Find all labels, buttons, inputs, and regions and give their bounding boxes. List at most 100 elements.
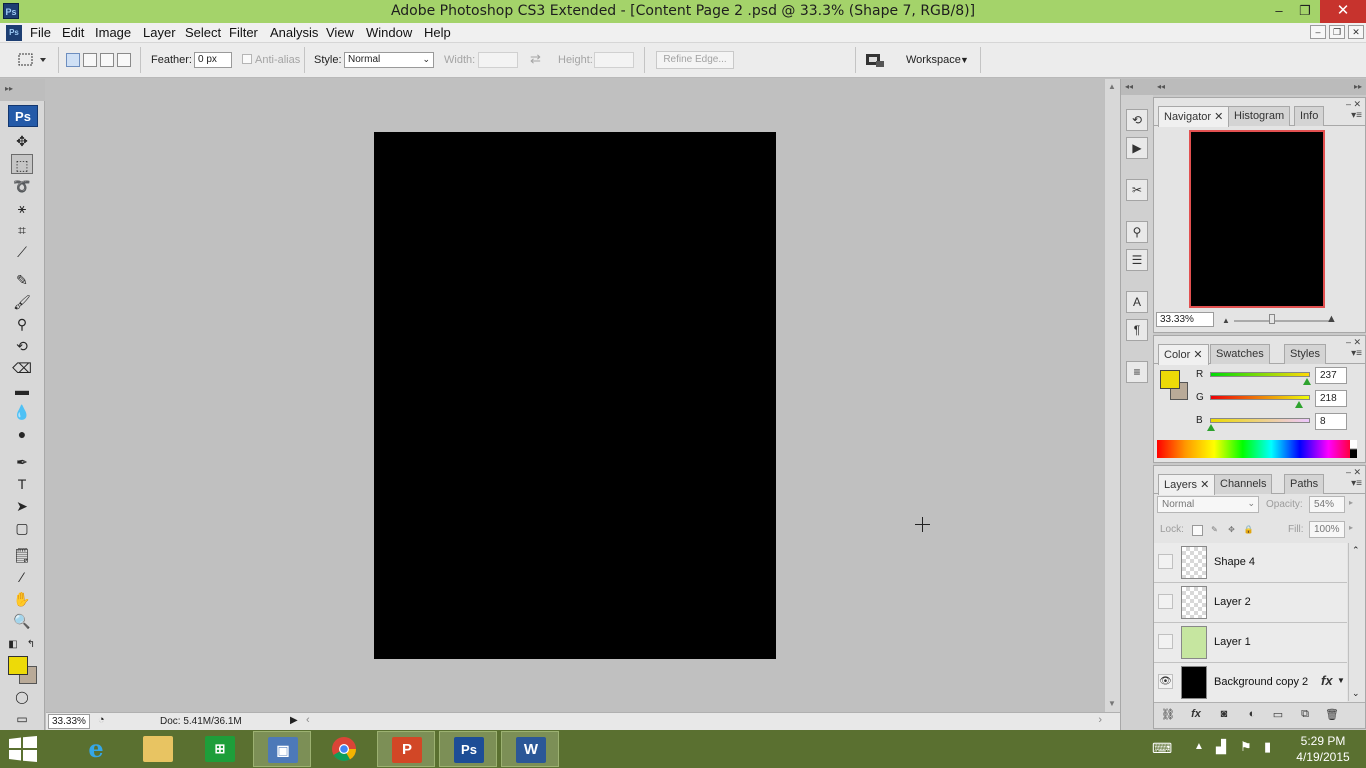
menu-filter[interactable]: Filter bbox=[229, 25, 258, 40]
tool-preset-icon[interactable] bbox=[18, 53, 48, 67]
doc-restore-button[interactable]: ❐ bbox=[1329, 25, 1345, 39]
toolbox-grip-icon[interactable]: ▸▸ bbox=[0, 79, 45, 101]
layer-row[interactable]: 👁 Background copy 2 fx ▼ bbox=[1154, 663, 1347, 703]
paragraph-panel-icon[interactable]: ¶ bbox=[1126, 319, 1148, 341]
layer-row[interactable]: Layer 2 bbox=[1154, 583, 1347, 623]
add-mask-icon[interactable]: ◙ bbox=[1216, 708, 1232, 722]
foreground-color-swatch[interactable] bbox=[8, 656, 28, 675]
menu-image[interactable]: Image bbox=[95, 25, 131, 40]
dodge-tool-icon[interactable]: ● bbox=[11, 424, 33, 444]
brush-tool-icon[interactable]: 🖌 bbox=[11, 292, 33, 312]
path-selection-icon[interactable]: ➤ bbox=[11, 496, 33, 516]
canvas-area[interactable] bbox=[46, 79, 1106, 712]
swap-colors-icon[interactable]: ↰ bbox=[24, 635, 38, 655]
doc-minimize-button[interactable]: – bbox=[1310, 25, 1326, 39]
scroll-up-icon[interactable]: ⌃ bbox=[1352, 545, 1360, 556]
lock-transparent-icon[interactable] bbox=[1192, 525, 1203, 536]
blue-slider-thumb[interactable] bbox=[1207, 424, 1215, 431]
menu-edit[interactable]: Edit bbox=[62, 25, 84, 40]
tool-presets-icon[interactable]: ✂ bbox=[1126, 179, 1148, 201]
style-select[interactable]: Normal ⌄ bbox=[344, 52, 434, 68]
red-slider-thumb[interactable] bbox=[1303, 378, 1311, 385]
document-canvas[interactable] bbox=[374, 132, 776, 659]
taskbar-chrome[interactable] bbox=[315, 731, 373, 767]
magic-wand-tool-icon[interactable]: ⚹ bbox=[11, 198, 33, 218]
layers-scrollbar[interactable]: ⌃ ⌄ bbox=[1348, 543, 1363, 701]
panels-grip-icon[interactable]: ◂◂ ▸▸ bbox=[1153, 79, 1366, 95]
opacity-arrow-icon[interactable]: ▸ bbox=[1349, 498, 1353, 507]
eraser-tool-icon[interactable]: ⌫ bbox=[11, 358, 33, 378]
menu-help[interactable]: Help bbox=[424, 25, 451, 40]
panel-menu-icon[interactable]: ▾≡ bbox=[1351, 478, 1362, 489]
visibility-toggle[interactable] bbox=[1158, 634, 1173, 649]
zoom-level-input[interactable]: 33.33% bbox=[48, 714, 90, 729]
scroll-left-icon[interactable]: ‹ bbox=[306, 714, 310, 726]
intersect-selection-icon[interactable] bbox=[117, 53, 131, 67]
windows-start-icon[interactable] bbox=[8, 736, 38, 762]
tab-navigator[interactable]: Navigator ✕ bbox=[1158, 106, 1230, 127]
status-menu-arrow-icon[interactable]: ▶ bbox=[290, 715, 298, 726]
fill-arrow-icon[interactable]: ▸ bbox=[1349, 523, 1353, 532]
link-layers-icon[interactable]: ⛓ bbox=[1160, 708, 1176, 722]
lock-all-icon[interactable]: 🔒 bbox=[1243, 525, 1254, 536]
maximize-button[interactable]: ❐ bbox=[1290, 0, 1320, 23]
workspace-button[interactable]: Workspace bbox=[906, 54, 961, 66]
tab-close-icon[interactable]: ✕ bbox=[1214, 111, 1223, 123]
fill-input[interactable]: 100% bbox=[1309, 521, 1345, 538]
quick-mask-icon[interactable]: ◯ bbox=[11, 687, 33, 707]
system-clock[interactable]: 5:29 PM 4/19/2015 bbox=[1290, 733, 1356, 765]
panel-menu-icon[interactable]: ▾≡ bbox=[1351, 110, 1362, 121]
taskbar-powerpoint[interactable]: P bbox=[377, 731, 435, 767]
healing-brush-icon[interactable]: ✎ bbox=[11, 270, 33, 290]
blue-slider[interactable] bbox=[1210, 418, 1310, 423]
green-slider[interactable] bbox=[1210, 395, 1310, 400]
menu-select[interactable]: Select bbox=[185, 25, 221, 40]
zoom-in-icon[interactable]: ▲ bbox=[1326, 313, 1337, 325]
type-tool-icon[interactable]: T bbox=[11, 474, 33, 494]
layer-row[interactable]: Layer 1 bbox=[1154, 623, 1347, 663]
add-to-selection-icon[interactable] bbox=[83, 53, 97, 67]
add-style-icon[interactable]: fx bbox=[1188, 708, 1204, 722]
keyboard-icon[interactable]: ⌨ bbox=[1152, 740, 1172, 757]
tab-close-icon[interactable]: ✕ bbox=[1193, 349, 1202, 361]
layer-comps-icon[interactable]: ☰ bbox=[1126, 249, 1148, 271]
taskbar-remote-desktop[interactable]: ▣ bbox=[253, 731, 311, 767]
tab-histogram[interactable]: Histogram bbox=[1228, 106, 1291, 126]
tab-paths[interactable]: Paths bbox=[1284, 474, 1325, 494]
feather-input[interactable]: 0 px bbox=[194, 52, 232, 68]
gradient-tool-icon[interactable]: ▬ bbox=[11, 380, 33, 400]
tab-channels[interactable]: Channels bbox=[1214, 474, 1273, 494]
scroll-down-icon[interactable]: ▼ bbox=[1108, 699, 1116, 708]
taskbar-photoshop[interactable]: Ps bbox=[439, 731, 497, 767]
dock-grip-icon[interactable]: ◂◂ bbox=[1121, 79, 1155, 95]
scroll-down-icon[interactable]: ⌄ bbox=[1352, 688, 1360, 699]
navigator-zoom-slider[interactable] bbox=[1234, 320, 1330, 322]
visibility-toggle[interactable] bbox=[1158, 594, 1173, 609]
adjustment-layer-icon[interactable]: ◐ bbox=[1244, 708, 1260, 722]
layer-row[interactable]: Shape 4 bbox=[1154, 543, 1347, 583]
vertical-scrollbar[interactable]: ▲ ▼ bbox=[1104, 79, 1120, 712]
lock-position-icon[interactable]: ✥ bbox=[1226, 525, 1237, 536]
width-input[interactable] bbox=[478, 52, 518, 68]
color-spectrum-bw[interactable] bbox=[1350, 440, 1357, 458]
tab-swatches[interactable]: Swatches bbox=[1210, 344, 1270, 364]
delete-layer-icon[interactable]: 🗑 bbox=[1324, 708, 1340, 722]
taskbar-store[interactable]: ⊞ bbox=[191, 731, 249, 767]
navigator-thumbnail[interactable] bbox=[1189, 130, 1325, 308]
antialias-checkbox[interactable] bbox=[242, 54, 252, 64]
red-value-input[interactable]: 237 bbox=[1315, 367, 1347, 384]
menu-window[interactable]: Window bbox=[366, 25, 412, 40]
new-layer-icon[interactable]: ⧉ bbox=[1297, 708, 1313, 722]
layer-effects-icon[interactable]: fx bbox=[1321, 673, 1333, 688]
green-value-input[interactable]: 218 bbox=[1315, 390, 1347, 407]
history-brush-icon[interactable]: ⟲ bbox=[11, 336, 33, 356]
doc-close-button[interactable]: ✕ bbox=[1348, 25, 1364, 39]
notes-tool-icon[interactable]: 🗒 bbox=[11, 545, 33, 565]
eye-icon[interactable]: 👁 bbox=[1158, 674, 1173, 689]
navigator-zoom-input[interactable]: 33.33% bbox=[1156, 312, 1214, 327]
clone-source-icon[interactable]: ⚲ bbox=[1126, 221, 1148, 243]
menu-file[interactable]: File bbox=[30, 25, 51, 40]
zoom-tool-icon[interactable]: 🔍 bbox=[11, 611, 33, 631]
screen-mode-icon[interactable]: ▭ bbox=[11, 709, 33, 729]
action-center-icon[interactable]: ⚑ bbox=[1240, 739, 1252, 755]
